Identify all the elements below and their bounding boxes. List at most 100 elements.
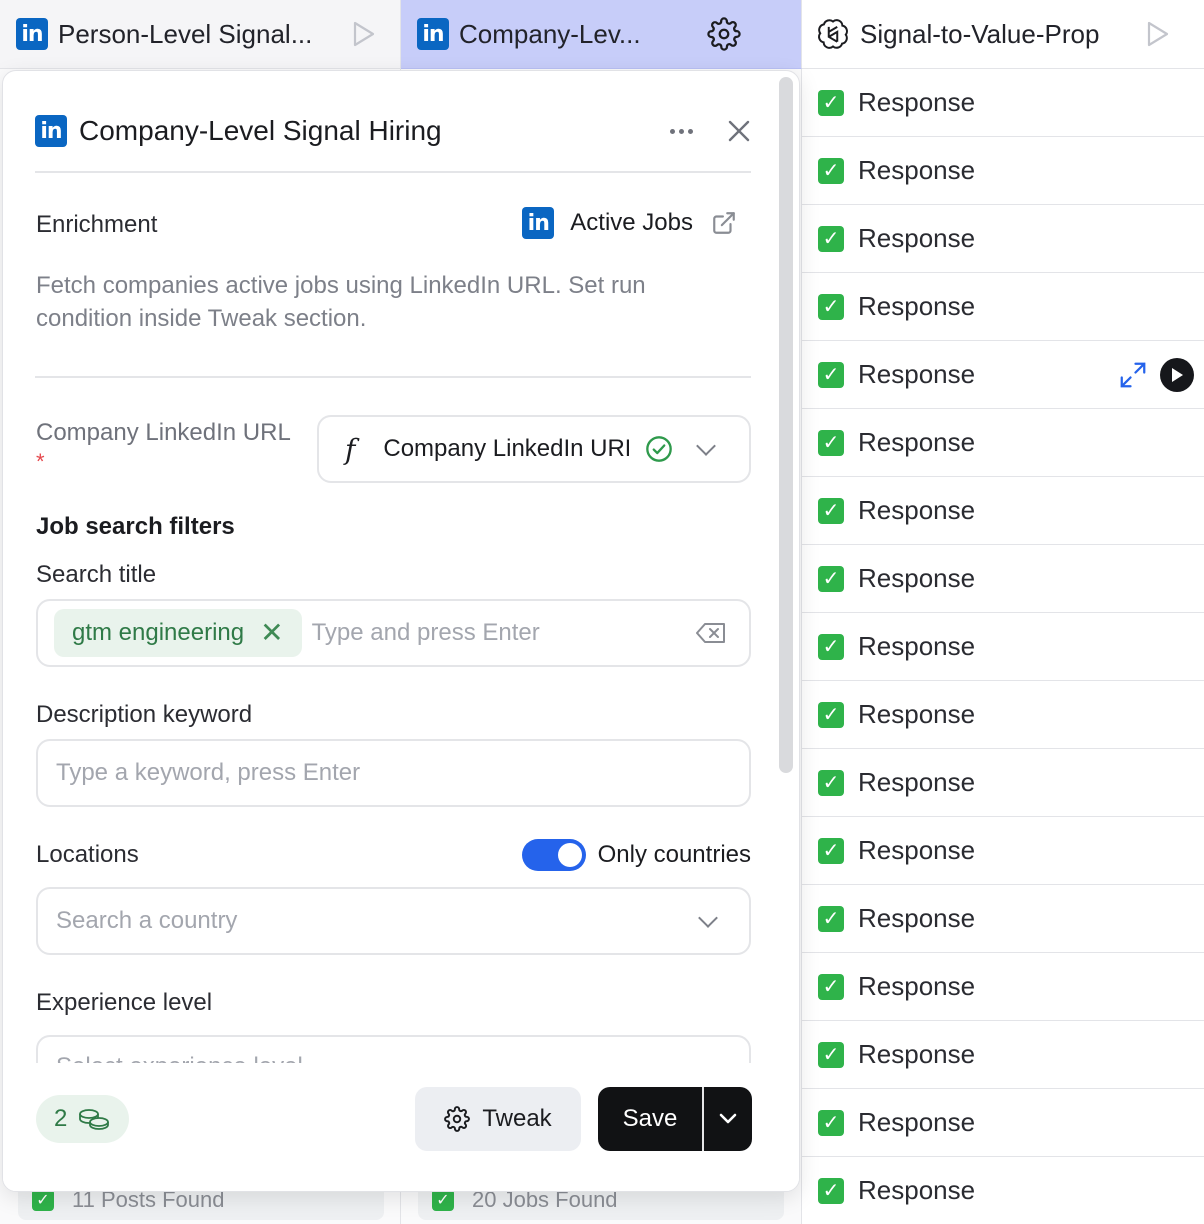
tweak-button[interactable]: Tweak <box>415 1087 581 1151</box>
response-row[interactable]: ✓ Response <box>802 205 1204 273</box>
required-mark: * <box>36 449 45 474</box>
clear-backspace-icon[interactable] <box>695 621 727 645</box>
more-options-icon[interactable] <box>670 128 693 134</box>
column-header-person[interactable]: in Person-Level Signal... <box>0 0 401 69</box>
response-cell-text: Response <box>858 223 976 253</box>
check-circle-icon <box>645 435 673 463</box>
panel-scrollbar[interactable] <box>779 75 795 775</box>
response-row[interactable]: ✓ Response <box>802 69 1204 137</box>
linkedin-icon: in <box>417 18 449 50</box>
job-search-filters-heading: Job search filters <box>36 513 235 540</box>
response-cell-text: Response <box>858 87 976 117</box>
divider <box>35 376 751 378</box>
column-header-company[interactable]: in Company-Lev... <box>401 0 802 69</box>
response-row[interactable]: ✓ Response <box>802 749 1204 817</box>
response-row[interactable]: ✓ Response <box>802 477 1204 545</box>
description-keyword-input[interactable]: Type a keyword, press Enter <box>36 739 751 807</box>
search-title-input[interactable]: gtm engineering ✕ Type and press Enter <box>36 599 751 667</box>
check-icon: ✓ <box>818 1109 844 1136</box>
check-icon: ✓ <box>818 973 844 1000</box>
check-icon: ✓ <box>818 905 844 932</box>
response-row[interactable]: ✓ Response <box>802 137 1204 205</box>
check-icon: ✓ <box>818 225 844 252</box>
check-icon: ✓ <box>432 1189 454 1211</box>
column-header-label: Company-Lev... <box>459 18 641 49</box>
settings-gear-icon[interactable] <box>707 17 741 51</box>
response-row[interactable]: ✓ Response <box>802 681 1204 749</box>
response-row[interactable]: ✓ Response <box>802 341 1204 409</box>
coins-icon <box>77 1107 111 1131</box>
country-search-select[interactable]: Search a country <box>36 887 751 955</box>
panel-footer: 2 Tweak Save <box>3 1063 799 1191</box>
response-cell-text: Response <box>858 767 976 797</box>
column-header-signal-value[interactable]: Signal-to-Value-Prop <box>802 0 1204 69</box>
save-split-button: Save <box>598 1087 752 1151</box>
chevron-down-icon[interactable] <box>698 908 718 928</box>
panel-header: in Company-Level Signal Hiring <box>35 111 751 151</box>
response-row[interactable]: ✓ Response <box>802 1021 1204 1089</box>
enrichment-source-link[interactable]: in Active Jobs <box>522 207 737 239</box>
chevron-down-icon[interactable] <box>696 436 717 456</box>
panel-title: Company-Level Signal Hiring <box>79 115 442 146</box>
close-icon[interactable] <box>727 119 751 143</box>
check-icon: ✓ <box>32 1189 54 1211</box>
response-row[interactable]: ✓ Response <box>802 885 1204 953</box>
chip-label: gtm engineering <box>72 619 245 646</box>
response-cell-text: Response <box>858 1175 976 1205</box>
response-cell-text: Response <box>858 427 976 457</box>
enrichment-description: Fetch companies active jobs using Linked… <box>36 272 646 332</box>
response-row[interactable]: ✓ Response <box>802 1157 1204 1224</box>
only-countries-toggle[interactable] <box>521 839 586 871</box>
search-title-placeholder: Type and press Enter <box>311 619 540 646</box>
run-cell-button[interactable] <box>1160 358 1194 392</box>
response-row[interactable]: ✓ Response <box>802 545 1204 613</box>
response-cell-text: Response <box>858 563 976 593</box>
response-row[interactable]: ✓ Response <box>802 409 1204 477</box>
response-row[interactable]: ✓ Response <box>802 817 1204 885</box>
check-icon: ✓ <box>818 429 844 456</box>
scrollbar-thumb[interactable] <box>779 77 793 773</box>
remove-chip-icon[interactable]: ✕ <box>260 619 283 647</box>
run-column-icon[interactable] <box>1146 21 1170 47</box>
external-link-icon[interactable] <box>711 210 737 236</box>
check-icon: ✓ <box>818 89 844 116</box>
check-icon: ✓ <box>818 701 844 728</box>
run-column-icon[interactable] <box>352 21 376 47</box>
check-icon: ✓ <box>818 157 844 184</box>
response-cell-text: Response <box>858 631 976 661</box>
column-header-label: Person-Level Signal... <box>58 18 313 49</box>
check-icon: ✓ <box>818 1177 844 1204</box>
response-row[interactable]: ✓ Response <box>802 613 1204 681</box>
country-search-placeholder: Search a country <box>56 907 238 934</box>
response-cell-text: Response <box>858 1039 976 1069</box>
company-url-value: Company LinkedIn URL <box>383 435 630 462</box>
company-url-select[interactable]: f Company LinkedIn URL <box>317 415 751 483</box>
formula-icon: f <box>345 432 356 466</box>
response-row[interactable]: ✓ Response <box>802 1089 1204 1157</box>
enrichment-source-name: Active Jobs <box>570 209 693 236</box>
response-row[interactable]: ✓ Response <box>802 953 1204 1021</box>
response-cell-text: Response <box>858 903 976 933</box>
response-cell-text: Response <box>858 971 976 1001</box>
description-keyword-placeholder: Type a keyword, press Enter <box>56 759 361 786</box>
response-cell-text: Response <box>858 835 976 865</box>
company-url-label: Company LinkedIn URL <box>36 419 291 446</box>
response-cell-text: Response <box>858 359 976 389</box>
linkedin-icon: in <box>522 207 555 239</box>
app-root: ✓ 11 Posts Found ✓ 20 Jobs Found in Pers… <box>0 0 1204 1224</box>
check-icon: ✓ <box>818 633 844 660</box>
expand-icon[interactable] <box>1118 360 1148 390</box>
only-countries-toggle-row[interactable]: Only countries <box>521 839 751 871</box>
check-icon: ✓ <box>818 769 844 796</box>
save-button[interactable]: Save <box>598 1105 702 1133</box>
check-icon: ✓ <box>818 837 844 864</box>
description-keyword-label: Description keyword <box>36 701 253 728</box>
linkedin-icon: in <box>16 18 48 50</box>
credits-count: 2 <box>54 1105 68 1132</box>
save-options-chevron-icon[interactable] <box>704 1112 752 1126</box>
response-row[interactable]: ✓ Response <box>802 273 1204 341</box>
search-title-chip[interactable]: gtm engineering ✕ <box>54 609 302 657</box>
button-separator <box>702 1087 704 1151</box>
experience-level-label: Experience level <box>36 989 213 1016</box>
check-icon: ✓ <box>818 497 844 524</box>
